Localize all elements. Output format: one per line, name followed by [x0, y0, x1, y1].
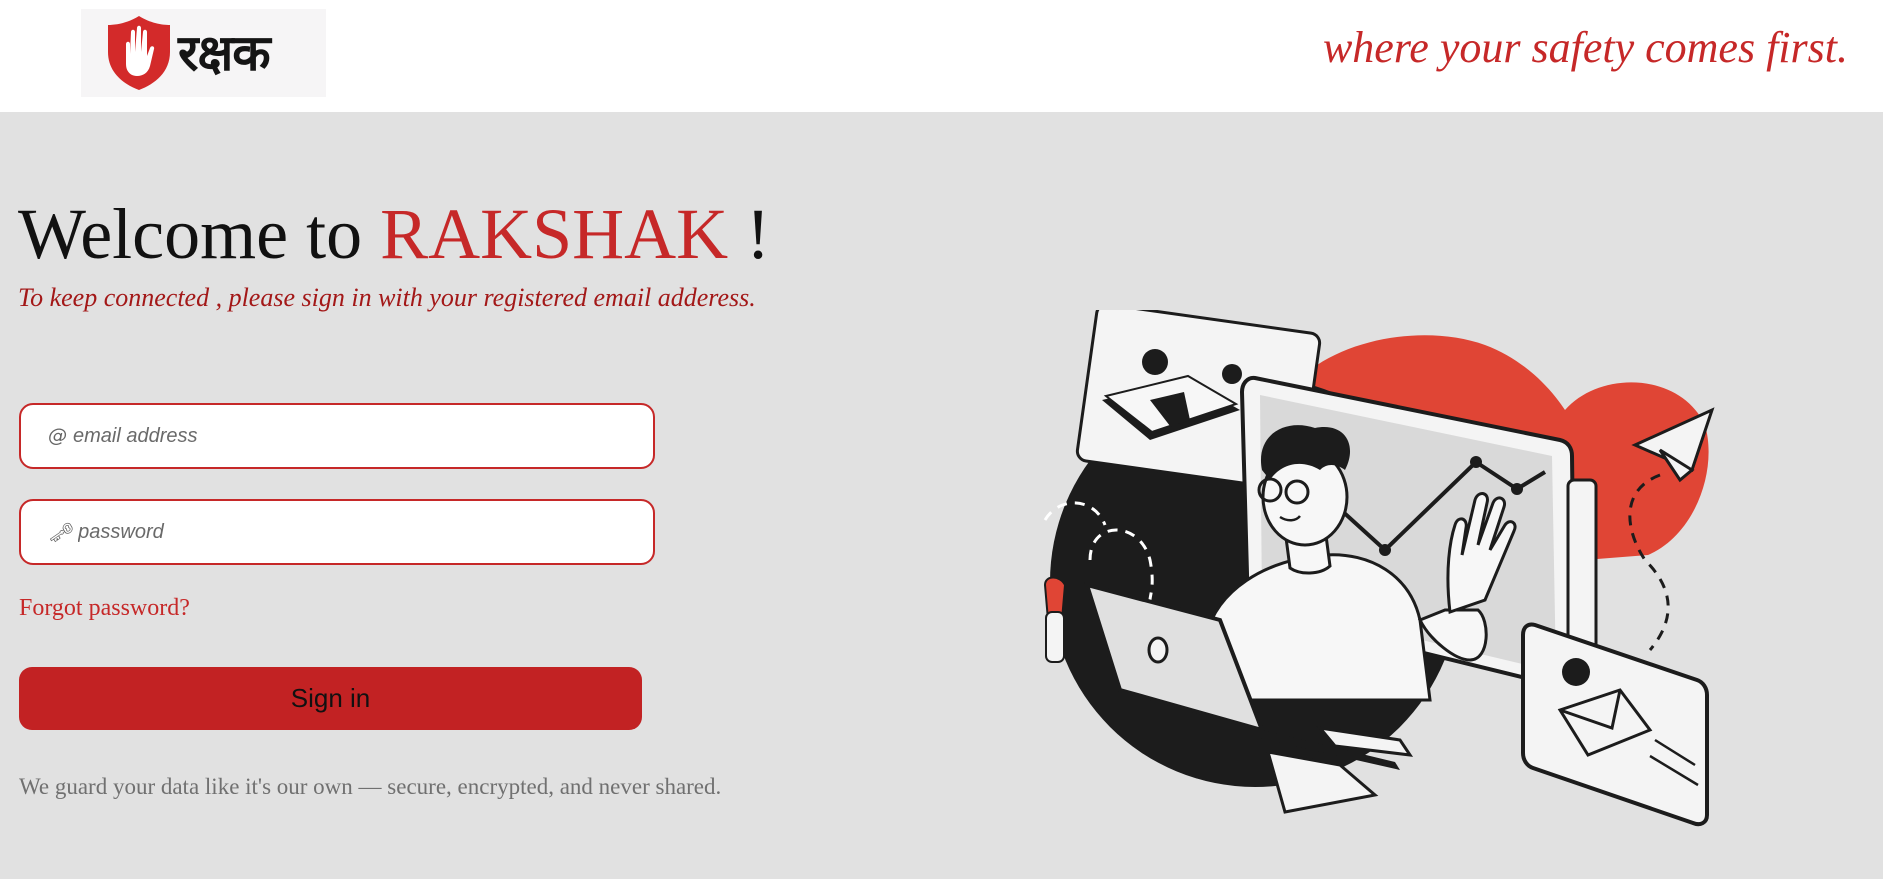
- privacy-note: We guard your data like it's our own — s…: [19, 774, 722, 799]
- forgot-password-link[interactable]: Forgot password?: [19, 595, 190, 622]
- header: रक्षक where your safety comes first.: [0, 0, 1883, 112]
- tagline: where your safety comes first.: [1322, 23, 1848, 72]
- login-illustration: [1043, 310, 1715, 827]
- key-icon: 🗝: [48, 521, 73, 544]
- welcome-prefix: Welcome to: [18, 194, 381, 274]
- welcome-heading: Welcome to RAKSHAK !: [18, 198, 770, 270]
- logo-text: रक्षक: [178, 24, 271, 82]
- password-field-container[interactable]: 🗝: [19, 499, 655, 565]
- welcome-suffix: !: [728, 194, 771, 274]
- email-field-container[interactable]: @: [19, 403, 655, 469]
- password-input[interactable]: [76, 519, 641, 545]
- brand-name: RAKSHAK: [380, 194, 729, 274]
- shield-hand-icon: [108, 16, 170, 90]
- at-icon: @: [48, 425, 67, 447]
- email-input[interactable]: [71, 423, 635, 449]
- subtitle: To keep connected , please sign in with …: [18, 283, 756, 312]
- signin-button[interactable]: Sign in: [19, 667, 642, 730]
- logo[interactable]: रक्षक: [81, 9, 326, 97]
